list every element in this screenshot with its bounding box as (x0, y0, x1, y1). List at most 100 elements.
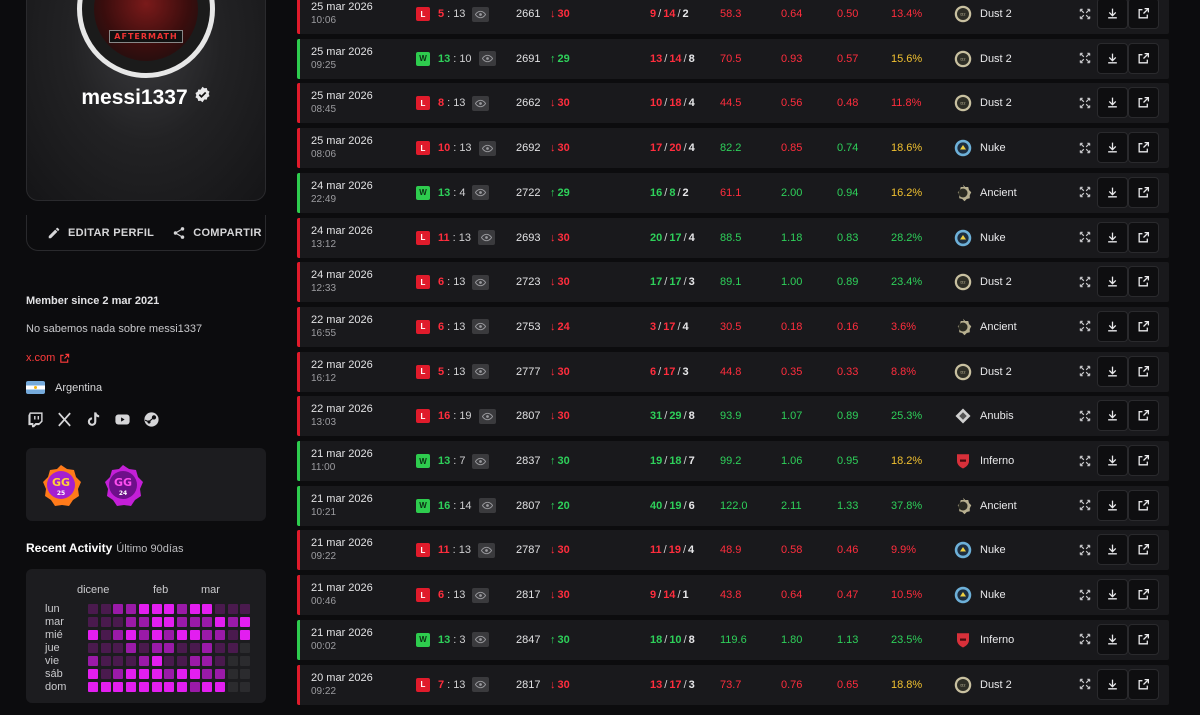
open-external-button[interactable] (1128, 668, 1159, 700)
heatmap-cell[interactable] (138, 656, 149, 666)
heatmap-cell[interactable] (164, 656, 175, 666)
heatmap-cell[interactable] (126, 669, 137, 679)
heatmap-cell[interactable] (240, 656, 251, 666)
heatmap-cell[interactable] (88, 630, 98, 640)
open-external-button[interactable] (1128, 42, 1159, 74)
match-row[interactable]: 24 mar 2026 22:49 W 13:4 2722 ↑ 29 16/8/2… (297, 172, 1169, 213)
heatmap-cell[interactable] (189, 617, 200, 627)
heatmap-cell[interactable] (164, 669, 175, 679)
match-row[interactable]: 24 mar 2026 12:33 L 6:13 2723 ↓ 30 17/17/… (297, 262, 1169, 303)
expand-icon[interactable] (1069, 579, 1100, 610)
download-button[interactable] (1097, 668, 1128, 700)
heatmap-cell[interactable] (164, 682, 175, 692)
view-icon[interactable] (472, 319, 490, 335)
avatar[interactable]: AFTERMATH (77, 0, 215, 78)
heatmap-cell[interactable] (126, 682, 137, 692)
view-icon[interactable] (478, 498, 496, 514)
heatmap-cell[interactable] (113, 630, 124, 640)
heatmap-cell[interactable] (113, 682, 124, 692)
heatmap-cell[interactable] (164, 630, 175, 640)
heatmap-cell[interactable] (240, 604, 251, 614)
expand-icon[interactable] (1069, 177, 1100, 208)
open-external-button[interactable] (1128, 176, 1159, 208)
heatmap-cell[interactable] (88, 669, 98, 679)
heatmap-cell[interactable] (215, 604, 225, 614)
heatmap-cell[interactable] (215, 630, 225, 640)
download-button[interactable] (1097, 87, 1128, 119)
edit-profile-button[interactable]: EDITAR PERFIL (47, 226, 154, 240)
heatmap-cell[interactable] (215, 643, 225, 653)
heatmap-cell[interactable] (113, 669, 124, 679)
expand-icon[interactable] (1069, 43, 1100, 74)
match-row[interactable]: 21 mar 2026 00:02 W 13:3 2847 ↑ 30 18/10/… (297, 619, 1169, 660)
heatmap-cell[interactable] (176, 630, 187, 640)
heatmap-cell[interactable] (88, 682, 98, 692)
heatmap-cell[interactable] (88, 617, 98, 627)
heatmap-cell[interactable] (202, 604, 213, 614)
view-icon[interactable] (472, 632, 490, 648)
download-button[interactable] (1097, 132, 1128, 164)
open-external-button[interactable] (1128, 310, 1159, 342)
heatmap-cell[interactable] (126, 630, 137, 640)
heatmap-cell[interactable] (227, 682, 238, 692)
expand-icon[interactable] (1069, 132, 1100, 163)
expand-icon[interactable] (1069, 87, 1100, 118)
open-external-button[interactable] (1128, 445, 1159, 476)
download-button[interactable] (1097, 310, 1128, 342)
expand-icon[interactable] (1069, 400, 1100, 431)
heatmap-cell[interactable] (164, 617, 175, 627)
heatmap-cell[interactable] (151, 656, 162, 666)
profile-link[interactable]: x.com (26, 352, 70, 364)
view-icon[interactable] (472, 453, 490, 469)
download-button[interactable] (1097, 176, 1128, 208)
expand-icon[interactable] (1069, 490, 1100, 521)
heatmap-cell[interactable] (100, 643, 111, 653)
view-icon[interactable] (477, 542, 495, 558)
heatmap-cell[interactable] (227, 643, 238, 653)
expand-icon[interactable] (1069, 0, 1100, 29)
heatmap-cell[interactable] (240, 630, 251, 640)
open-external-button[interactable] (1128, 579, 1159, 611)
match-row[interactable]: 24 mar 2026 13:12 L 11:13 2693 ↓ 30 20/17… (297, 217, 1169, 258)
heatmap-cell[interactable] (176, 669, 187, 679)
tiktok-icon[interactable] (84, 410, 103, 429)
heatmap-cell[interactable] (151, 630, 162, 640)
match-row[interactable]: 21 mar 2026 11:00 W 13:7 2837 ↑ 30 19/18/… (297, 441, 1169, 481)
open-external-button[interactable] (1128, 0, 1159, 29)
open-external-button[interactable] (1128, 534, 1159, 566)
match-row[interactable]: 25 mar 2026 10:06 L 5:13 2661 ↓ 30 9/14/2… (297, 0, 1169, 34)
heatmap-cell[interactable] (113, 617, 124, 627)
download-button[interactable] (1097, 489, 1128, 521)
heatmap-cell[interactable] (240, 617, 251, 627)
heatmap-cell[interactable] (100, 604, 111, 614)
heatmap-cell[interactable] (113, 656, 124, 666)
view-icon[interactable] (472, 364, 490, 380)
download-button[interactable] (1097, 534, 1128, 566)
match-row[interactable]: 25 mar 2026 08:45 L 8:13 2662 ↓ 30 10/18/… (297, 83, 1169, 124)
download-button[interactable] (1097, 445, 1128, 476)
heatmap-cell[interactable] (151, 682, 162, 692)
expand-icon[interactable] (1069, 311, 1100, 342)
heatmap-cell[interactable] (189, 630, 200, 640)
open-external-button[interactable] (1128, 132, 1159, 164)
download-button[interactable] (1097, 579, 1128, 611)
download-button[interactable] (1097, 355, 1128, 387)
heatmap-cell[interactable] (126, 643, 137, 653)
share-button[interactable]: COMPARTIR (172, 226, 262, 240)
heatmap-cell[interactable] (227, 630, 238, 640)
match-row[interactable]: 21 mar 2026 00:46 L 6:13 2817 ↓ 30 9/14/1… (297, 575, 1169, 616)
match-row[interactable]: 22 mar 2026 13:03 L 16:19 2807 ↓ 30 31/29… (297, 396, 1169, 437)
heatmap-cell[interactable] (202, 682, 213, 692)
heatmap-cell[interactable] (151, 604, 162, 614)
match-row[interactable]: 20 mar 2026 09:22 L 7:13 2817 ↓ 30 13/17/… (297, 664, 1169, 705)
view-icon[interactable] (478, 408, 496, 424)
heatmap-cell[interactable] (227, 656, 238, 666)
view-icon[interactable] (472, 95, 490, 111)
heatmap-cell[interactable] (176, 604, 187, 614)
heatmap-cell[interactable] (189, 643, 200, 653)
expand-icon[interactable] (1069, 266, 1100, 297)
heatmap-cell[interactable] (215, 669, 225, 679)
expand-icon[interactable] (1069, 445, 1100, 476)
twitch-icon[interactable] (26, 410, 45, 429)
download-button[interactable] (1097, 42, 1128, 74)
